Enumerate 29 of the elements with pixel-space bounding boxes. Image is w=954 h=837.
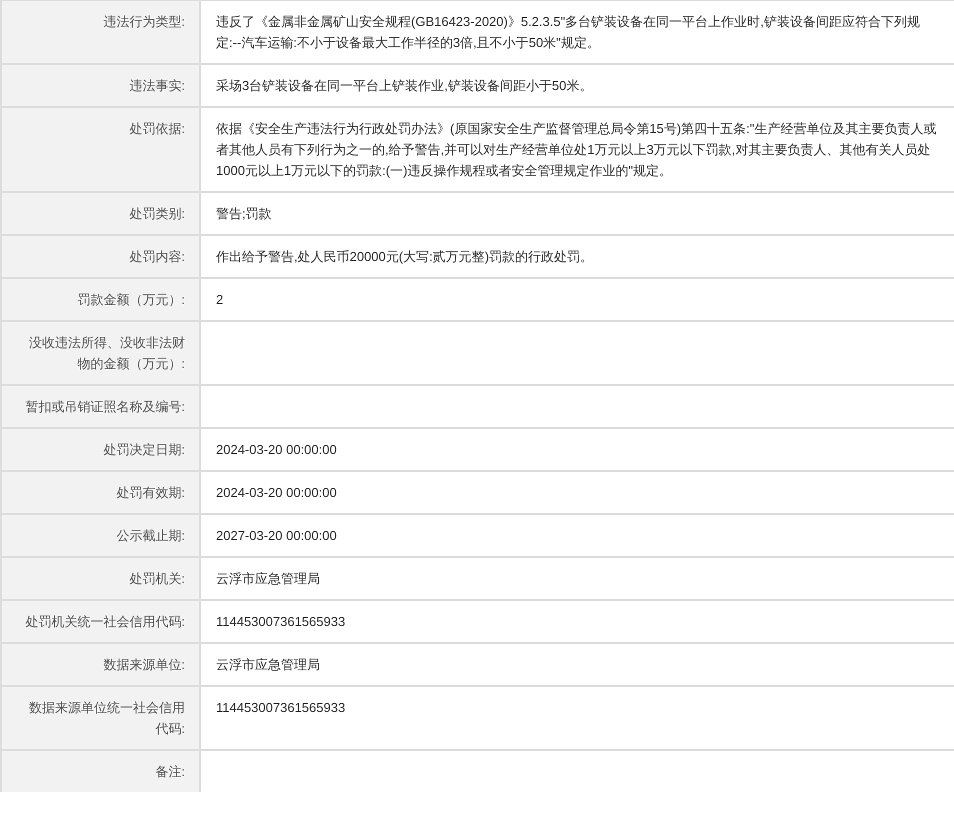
field-label: 处罚依据: [2,108,201,191]
field-label: 违法行为类型: [2,1,201,63]
field-value: 作出给予警告,处人民币20000元(大写:贰万元整)罚款的行政处罚。 [216,249,594,264]
field-value: 114453007361565933 [216,700,346,715]
field-label: 数据来源单位统一社会信用代码: [2,687,201,749]
field-value: 2 [216,292,224,307]
field-value: 违反了《金属非金属矿山安全规程(GB16423-2020)》5.2.3.5"多台铲装设备在同一平台上作业时,铲装设备间距应符合下列规定:--汽车运输:不小于设备最大工作半径的3倍,且不小于50米"规定。 [216,14,920,50]
field-value: 依据《安全生产违法行为行政处罚办法》(原国家安全生产监督管理总局令第15号)第四十五条:"生产经营单位及其主要负责人或者其他人员有下列行为之一的,给予警告,并可以对生产经营单位处1万元以上3万元以下罚款,对其主要负责人、其他有关人员处1000元以上1万元以下的罚款:(一)违反操作规程或者安全管理规定作业的"规定。 [216,121,936,178]
field-label: 处罚机关统一社会信用代码: [2,601,201,642]
field-label: 暂扣或吊销证照名称及编号: [2,386,201,427]
field-label: 处罚机关: [2,558,201,599]
field-label: 数据来源单位: [2,644,201,685]
field-value: 114453007361565933 [216,614,346,629]
field-label: 没收违法所得、没收非法财物的金额（万元）: [2,322,201,384]
field-value: 采场3台铲装设备在同一平台上铲装作业,铲装设备间距小于50米。 [216,78,592,93]
field-label: 处罚内容: [2,236,201,277]
field-label: 处罚类别: [2,193,201,234]
field-value: 2027-03-20 00:00:00 [216,528,337,543]
field-label: 公示截止期: [2,515,201,556]
field-label: 备注: [2,751,201,792]
field-value: 云浮市应急管理局 [216,657,320,672]
field-value: 2024-03-20 00:00:00 [216,485,337,500]
field-label: 处罚有效期: [2,472,201,513]
field-value: 云浮市应急管理局 [216,571,320,586]
field-label: 罚款金额（万元）: [2,279,201,320]
field-label: 处罚决定日期: [2,429,201,470]
field-value: 2024-03-20 00:00:00 [216,442,337,457]
field-label: 违法事实: [2,65,201,106]
field-value: 警告;罚款 [216,206,272,221]
